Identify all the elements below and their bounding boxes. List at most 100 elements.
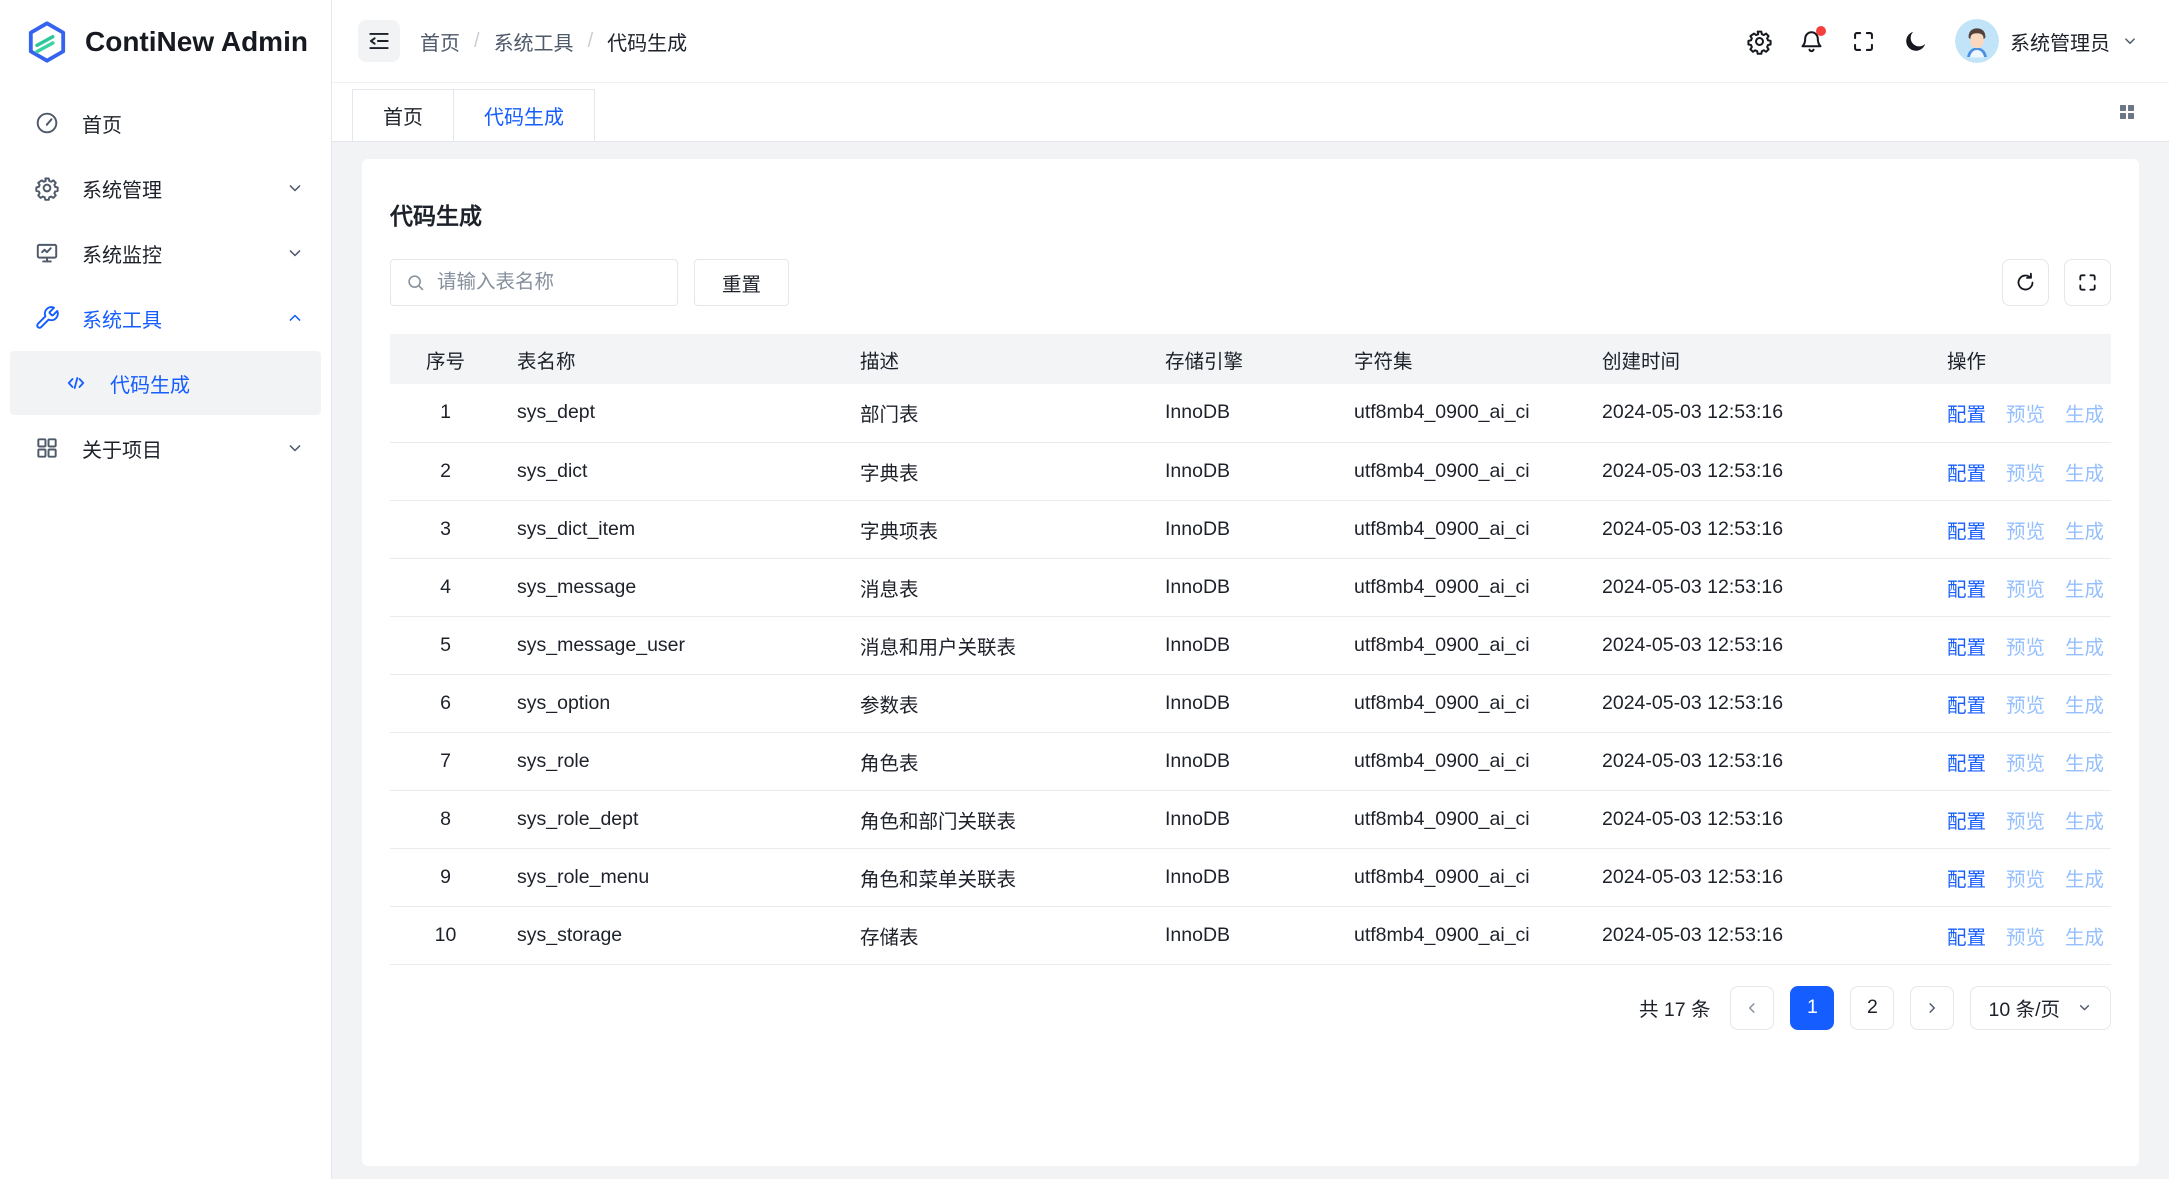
cell-name: sys_option <box>501 674 844 732</box>
action-link-生成[interactable]: 生成 <box>2065 927 2104 949</box>
cell-name: sys_message_user <box>501 616 844 674</box>
chevron-down-icon <box>285 178 305 198</box>
action-link-预览[interactable]: 预览 <box>2006 869 2045 891</box>
action-link-生成[interactable]: 生成 <box>2065 463 2104 485</box>
action-link-生成[interactable]: 生成 <box>2065 869 2104 891</box>
action-link-生成[interactable]: 生成 <box>2065 521 2104 543</box>
settings-button[interactable] <box>1737 19 1781 63</box>
cell-name: sys_dept <box>501 384 844 442</box>
gear-icon <box>34 175 60 201</box>
action-link-配置[interactable]: 配置 <box>1947 637 1986 659</box>
chevron-down-icon <box>2076 999 2093 1016</box>
hexagon-logo-icon <box>24 19 70 65</box>
sidebar-item-home[interactable]: 首页 <box>10 91 321 155</box>
cell-engine: InnoDB <box>1149 732 1338 790</box>
action-link-生成[interactable]: 生成 <box>2065 753 2104 775</box>
cell-no: 1 <box>390 384 501 442</box>
dark-mode-toggle[interactable] <box>1893 19 1937 63</box>
action-link-配置[interactable]: 配置 <box>1947 463 1986 485</box>
action-link-生成[interactable]: 生成 <box>2065 579 2104 601</box>
fullscreen-button[interactable] <box>1841 19 1885 63</box>
action-link-预览[interactable]: 预览 <box>2006 927 2045 949</box>
table-row: 8sys_role_dept角色和部门关联表InnoDButf8mb4_0900… <box>390 790 2111 848</box>
chevron-left-icon <box>1743 999 1761 1017</box>
cell-actions: 配置预览生成 <box>1931 848 2111 906</box>
cell-charset: utf8mb4_0900_ai_ci <box>1338 848 1586 906</box>
app-title: ContiNew Admin <box>85 26 308 58</box>
user-menu[interactable]: 系统管理员 <box>1955 19 2139 63</box>
refresh-icon <box>2014 271 2037 294</box>
action-link-生成[interactable]: 生成 <box>2065 637 2104 659</box>
sidebar-item-system[interactable]: 系统管理 <box>10 156 321 220</box>
search-input[interactable] <box>437 271 663 294</box>
column-header: 存储引擎 <box>1149 334 1338 384</box>
action-link-生成[interactable]: 生成 <box>2065 811 2104 833</box>
cell-desc: 角色和部门关联表 <box>844 790 1149 848</box>
action-link-配置[interactable]: 配置 <box>1947 579 1986 601</box>
action-link-配置[interactable]: 配置 <box>1947 927 1986 949</box>
refresh-button[interactable] <box>2002 259 2049 306</box>
breadcrumb-item[interactable]: 首页 <box>420 27 460 56</box>
cell-charset: utf8mb4_0900_ai_ci <box>1338 442 1586 500</box>
notifications-button[interactable] <box>1789 19 1833 63</box>
tab-首页[interactable]: 首页 <box>352 89 454 141</box>
action-link-配置[interactable]: 配置 <box>1947 521 1986 543</box>
sidebar-item-label: 系统监控 <box>82 239 162 268</box>
page-size-select[interactable]: 10 条/页 <box>1970 986 2111 1030</box>
action-link-配置[interactable]: 配置 <box>1947 695 1986 717</box>
cell-name: sys_role <box>501 732 844 790</box>
cell-created: 2024-05-03 12:53:16 <box>1586 848 1931 906</box>
action-link-预览[interactable]: 预览 <box>2006 811 2045 833</box>
table-tools <box>2002 259 2111 306</box>
action-link-预览[interactable]: 预览 <box>2006 521 2045 543</box>
action-link-预览[interactable]: 预览 <box>2006 579 2045 601</box>
table-fullscreen-button[interactable] <box>2064 259 2111 306</box>
cell-no: 10 <box>390 906 501 964</box>
action-link-生成[interactable]: 生成 <box>2065 404 2104 426</box>
cell-charset: utf8mb4_0900_ai_ci <box>1338 558 1586 616</box>
action-link-预览[interactable]: 预览 <box>2006 404 2045 426</box>
cell-created: 2024-05-03 12:53:16 <box>1586 906 1931 964</box>
action-link-预览[interactable]: 预览 <box>2006 463 2045 485</box>
action-link-配置[interactable]: 配置 <box>1947 404 1986 426</box>
action-link-生成[interactable]: 生成 <box>2065 695 2104 717</box>
sidebar-item-monitor[interactable]: 系统监控 <box>10 221 321 285</box>
monitor-icon <box>34 240 60 266</box>
cell-created: 2024-05-03 12:53:16 <box>1586 384 1931 442</box>
action-link-配置[interactable]: 配置 <box>1947 753 1986 775</box>
cell-actions: 配置预览生成 <box>1931 616 2111 674</box>
action-link-预览[interactable]: 预览 <box>2006 637 2045 659</box>
cell-desc: 字典项表 <box>844 500 1149 558</box>
tab-list-button[interactable] <box>2109 94 2145 130</box>
breadcrumb-item: 代码生成 <box>607 27 687 56</box>
action-link-配置[interactable]: 配置 <box>1947 869 1986 891</box>
cell-charset: utf8mb4_0900_ai_ci <box>1338 674 1586 732</box>
reset-button[interactable]: 重置 <box>694 259 789 306</box>
table-row: 7sys_role角色表InnoDButf8mb4_0900_ai_ci2024… <box>390 732 2111 790</box>
tables-table: 序号表名称描述存储引擎字符集创建时间操作 1sys_dept部门表InnoDBu… <box>390 334 2111 965</box>
table-row: 9sys_role_menu角色和菜单关联表InnoDButf8mb4_0900… <box>390 848 2111 906</box>
breadcrumb-separator: / <box>588 30 594 53</box>
chevron-down-icon <box>285 438 305 458</box>
collapse-sidebar-button[interactable] <box>358 20 400 62</box>
action-link-预览[interactable]: 预览 <box>2006 695 2045 717</box>
page-button-2[interactable]: 2 <box>1850 986 1894 1030</box>
sidebar-item-about[interactable]: 关于项目 <box>10 416 321 480</box>
breadcrumb: 首页/系统工具/代码生成 <box>420 27 687 56</box>
column-header: 字符集 <box>1338 334 1586 384</box>
topbar: 首页/系统工具/代码生成 <box>332 0 2169 83</box>
cell-actions: 配置预览生成 <box>1931 384 2111 442</box>
column-header: 描述 <box>844 334 1149 384</box>
page-button-1[interactable]: 1 <box>1790 986 1834 1030</box>
sidebar-item-codegen[interactable]: 代码生成 <box>10 351 321 415</box>
breadcrumb-item[interactable]: 系统工具 <box>494 27 574 56</box>
cell-engine: InnoDB <box>1149 790 1338 848</box>
action-link-预览[interactable]: 预览 <box>2006 753 2045 775</box>
next-page-button[interactable] <box>1910 986 1954 1030</box>
cell-charset: utf8mb4_0900_ai_ci <box>1338 906 1586 964</box>
sidebar-item-tools[interactable]: 系统工具 <box>10 286 321 350</box>
tab-代码生成[interactable]: 代码生成 <box>453 89 595 141</box>
column-header: 创建时间 <box>1586 334 1931 384</box>
action-link-配置[interactable]: 配置 <box>1947 811 1986 833</box>
prev-page-button[interactable] <box>1730 986 1774 1030</box>
